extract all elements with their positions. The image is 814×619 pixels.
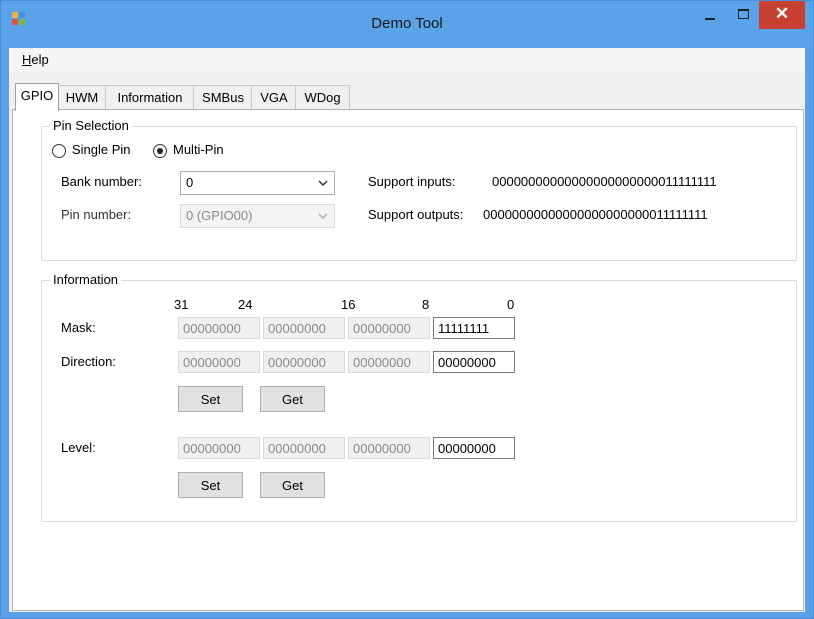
tab-vga[interactable]: VGA bbox=[251, 85, 297, 110]
direction-label: Direction: bbox=[61, 354, 116, 369]
information-group: Information 31 24 16 8 0 Mask: 00000000 … bbox=[41, 272, 797, 522]
app-window: Demo Tool ✕ Help GPIO HWM Information SM… bbox=[0, 0, 814, 619]
bit-label-8: 8 bbox=[422, 297, 430, 312]
title-bar[interactable]: Demo Tool ✕ bbox=[1, 1, 813, 48]
client-area: Help GPIO HWM Information SMBus VGA WDog… bbox=[9, 48, 805, 612]
minimize-icon bbox=[705, 17, 715, 20]
pin-number-value: 0 (GPIO00) bbox=[186, 208, 253, 223]
level-field-23-16[interactable]: 00000000 bbox=[263, 437, 345, 459]
multi-pin-radio[interactable] bbox=[153, 144, 167, 158]
close-icon: ✕ bbox=[774, 4, 790, 23]
direction-field-31-24[interactable]: 00000000 bbox=[178, 351, 260, 373]
bit-label-0: 0 bbox=[507, 297, 515, 312]
level-field-7-0[interactable]: 00000000 bbox=[433, 437, 515, 459]
chevron-down-icon bbox=[318, 213, 328, 220]
tab-wdog[interactable]: WDog bbox=[295, 85, 350, 110]
gpio-tab-panel: Pin Selection Single Pin Multi-Pin Bank … bbox=[12, 109, 804, 611]
pin-number-label: Pin number: bbox=[61, 207, 132, 222]
bank-number-label: Bank number: bbox=[61, 174, 142, 189]
window-title: Demo Tool bbox=[371, 15, 443, 32]
support-outputs-value: 00000000000000000000000011111111 bbox=[483, 207, 708, 222]
support-outputs-label: Support outputs: bbox=[368, 207, 464, 222]
mask-field-7-0[interactable]: 11111111 bbox=[433, 317, 515, 339]
menu-bar: Help bbox=[9, 48, 805, 71]
pin-selection-group: Pin Selection Single Pin Multi-Pin Bank … bbox=[41, 118, 797, 261]
direction-set-button[interactable]: Set bbox=[178, 386, 243, 412]
mask-label: Mask: bbox=[61, 320, 96, 335]
mask-field-15-8[interactable]: 00000000 bbox=[348, 317, 430, 339]
bit-label-16: 16 bbox=[341, 297, 356, 312]
level-field-31-24[interactable]: 00000000 bbox=[178, 437, 260, 459]
single-pin-label[interactable]: Single Pin bbox=[72, 142, 131, 157]
mask-field-31-24[interactable]: 00000000 bbox=[178, 317, 260, 339]
level-field-15-8[interactable]: 00000000 bbox=[348, 437, 430, 459]
level-label: Level: bbox=[61, 440, 96, 455]
tab-smbus[interactable]: SMBus bbox=[193, 85, 253, 110]
maximize-icon bbox=[737, 8, 749, 19]
support-inputs-label: Support inputs: bbox=[368, 174, 456, 189]
bank-number-select[interactable]: 0 bbox=[180, 171, 335, 195]
tab-information[interactable]: Information bbox=[105, 85, 195, 110]
mask-field-23-16[interactable]: 00000000 bbox=[263, 317, 345, 339]
pin-selection-legend: Pin Selection bbox=[50, 118, 132, 133]
chevron-down-icon bbox=[318, 180, 328, 187]
pin-number-select[interactable]: 0 (GPIO00) bbox=[180, 204, 335, 228]
direction-get-button[interactable]: Get bbox=[260, 386, 325, 412]
menu-help[interactable]: Help bbox=[22, 52, 49, 67]
tab-hwm[interactable]: HWM bbox=[57, 85, 107, 110]
support-inputs-value: 00000000000000000000000011111111 bbox=[492, 174, 717, 189]
tab-gpio[interactable]: GPIO bbox=[15, 83, 59, 111]
bit-label-31: 31 bbox=[174, 297, 189, 312]
minimize-button[interactable] bbox=[697, 1, 723, 29]
bank-number-value: 0 bbox=[186, 175, 194, 190]
level-get-button[interactable]: Get bbox=[260, 472, 325, 498]
direction-field-23-16[interactable]: 00000000 bbox=[263, 351, 345, 373]
menu-help-label: elp bbox=[31, 52, 49, 67]
bit-label-24: 24 bbox=[238, 297, 253, 312]
menu-help-accel: H bbox=[22, 52, 32, 67]
information-legend: Information bbox=[50, 272, 122, 287]
multi-pin-label[interactable]: Multi-Pin bbox=[173, 142, 224, 157]
close-button[interactable]: ✕ bbox=[759, 1, 805, 29]
maximize-button[interactable] bbox=[730, 1, 756, 29]
level-set-button[interactable]: Set bbox=[178, 472, 243, 498]
single-pin-radio[interactable] bbox=[52, 144, 66, 158]
direction-field-7-0[interactable]: 00000000 bbox=[433, 351, 515, 373]
direction-field-15-8[interactable]: 00000000 bbox=[348, 351, 430, 373]
